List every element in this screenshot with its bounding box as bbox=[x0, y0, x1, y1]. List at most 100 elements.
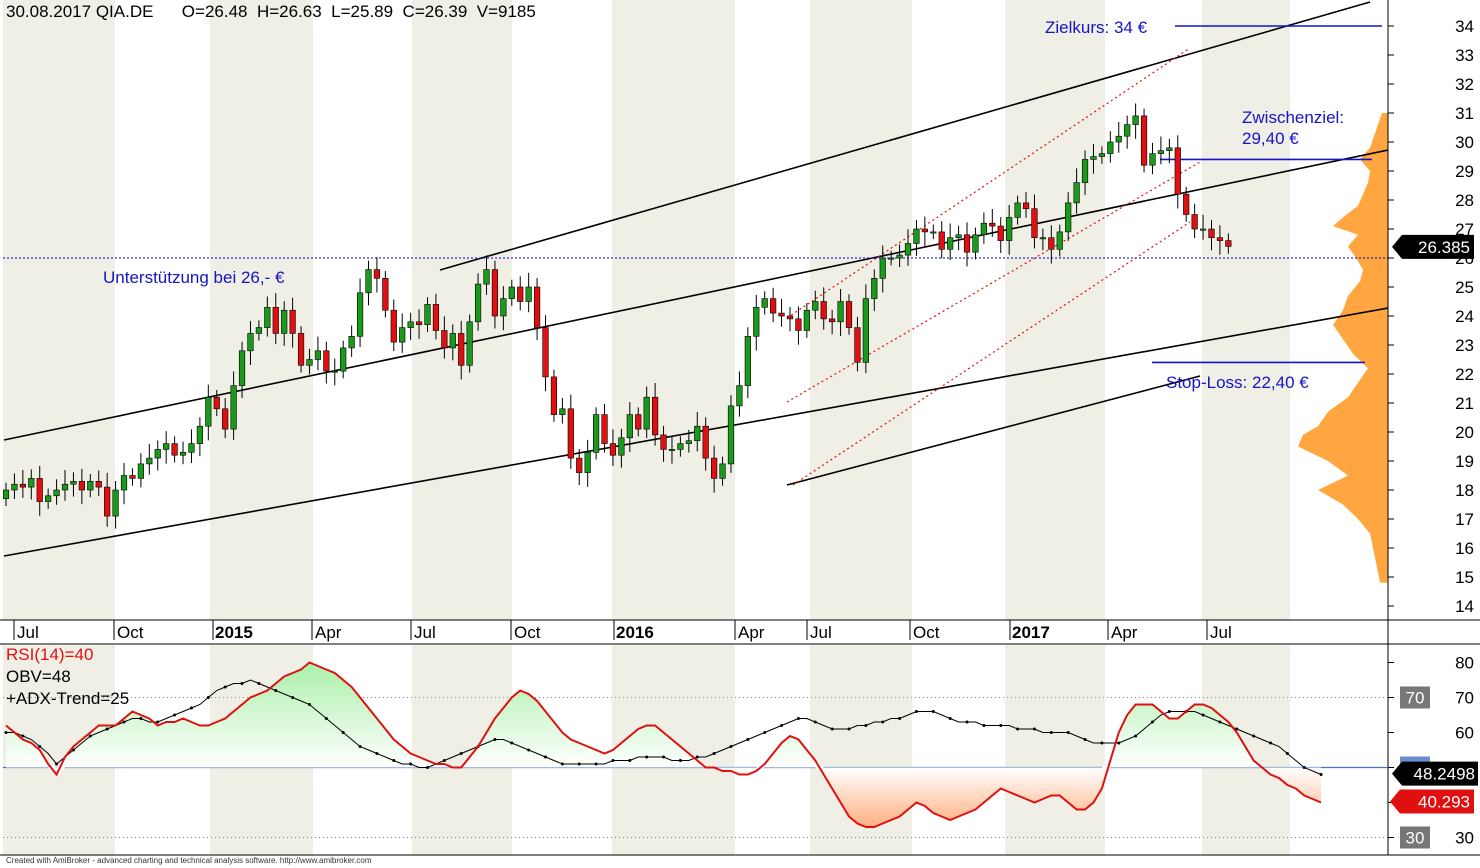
y-tick-label: 34 bbox=[1455, 17, 1474, 36]
ind-tick-label: 80 bbox=[1455, 654, 1474, 673]
candle-body bbox=[938, 231, 945, 250]
obv-point bbox=[156, 720, 160, 724]
candle-body bbox=[1199, 228, 1207, 231]
x-tick-label: 2016 bbox=[616, 623, 654, 642]
candle-body bbox=[247, 333, 254, 352]
candle-body bbox=[652, 396, 659, 436]
obv-point bbox=[1167, 710, 1171, 713]
obv-point bbox=[965, 720, 969, 724]
obv-point bbox=[240, 682, 244, 685]
obv-point bbox=[122, 720, 126, 724]
candle-body bbox=[702, 425, 709, 459]
x-tick-label: Apr bbox=[315, 623, 342, 642]
candle-body bbox=[736, 385, 743, 407]
y-tick-label: 17 bbox=[1455, 510, 1474, 529]
candle-body bbox=[963, 234, 971, 253]
obv-point bbox=[21, 734, 25, 738]
y-tick-label: 28 bbox=[1455, 191, 1474, 210]
obv-point bbox=[206, 696, 210, 699]
y-tick-label: 32 bbox=[1455, 75, 1474, 94]
candle-body bbox=[795, 318, 802, 331]
obv-point bbox=[426, 766, 429, 769]
obv-point bbox=[274, 689, 278, 692]
candle-body bbox=[770, 298, 777, 314]
y-tick-label: 24 bbox=[1455, 307, 1474, 326]
candle-body bbox=[95, 480, 102, 488]
candle-body bbox=[255, 327, 263, 334]
obv-point bbox=[881, 720, 885, 724]
candle-body bbox=[601, 414, 608, 444]
obv-point bbox=[1117, 741, 1121, 745]
obv-point bbox=[4, 731, 8, 734]
candle-body bbox=[179, 451, 187, 456]
obv-point bbox=[1302, 766, 1306, 769]
obv-point bbox=[55, 762, 59, 766]
x-tick-label: Jul bbox=[17, 623, 39, 642]
candle-body bbox=[424, 304, 431, 325]
price-header: 30.08.2017 QIA.DE O=26.48 H=26.63 L=25.8… bbox=[6, 2, 536, 22]
candle-body bbox=[78, 480, 85, 491]
candle-body bbox=[196, 425, 203, 444]
candle-body bbox=[129, 475, 136, 479]
obv-point bbox=[763, 731, 767, 734]
candle-body bbox=[137, 463, 144, 479]
candle-body bbox=[356, 292, 364, 337]
obv-point bbox=[189, 706, 193, 710]
candle-body bbox=[576, 457, 583, 473]
obv-point bbox=[1032, 727, 1036, 731]
candle-body bbox=[205, 396, 212, 427]
zwischenziel-label: Zwischenziel: bbox=[1242, 108, 1344, 127]
x-tick-label: Oct bbox=[514, 623, 541, 642]
header-close: C=26.39 bbox=[402, 2, 468, 21]
ind-tick-label: 30 bbox=[1455, 829, 1474, 848]
candle-body bbox=[533, 286, 541, 328]
header-high: H=26.63 bbox=[256, 2, 322, 21]
candle-body bbox=[871, 277, 878, 299]
candle-body bbox=[711, 457, 718, 479]
candle-body bbox=[238, 350, 246, 386]
obv-point bbox=[324, 717, 328, 720]
y-tick-label: 23 bbox=[1455, 336, 1474, 355]
candle-body bbox=[888, 257, 895, 260]
candle-body bbox=[1191, 214, 1198, 230]
candle-body bbox=[1140, 115, 1148, 166]
candle-body bbox=[508, 286, 515, 299]
obv-point bbox=[358, 745, 362, 748]
candle-body bbox=[896, 254, 903, 259]
x-tick-label: 2015 bbox=[215, 623, 253, 642]
zielkurs-label: Zielkurs: 34 € bbox=[1045, 18, 1148, 37]
candle-body bbox=[517, 286, 524, 302]
obv-point bbox=[510, 741, 514, 745]
obv-point bbox=[1134, 734, 1138, 738]
candle-body bbox=[609, 443, 617, 456]
obv-point bbox=[830, 727, 834, 731]
candle-body bbox=[1107, 141, 1114, 154]
candle-body bbox=[340, 347, 347, 372]
obv-point bbox=[796, 717, 800, 720]
candle-body bbox=[955, 234, 962, 239]
obv-point bbox=[1066, 731, 1070, 734]
x-tick-label: Apr bbox=[1111, 623, 1138, 642]
candle-body bbox=[11, 483, 18, 491]
x-tick-label: Jul bbox=[414, 623, 436, 642]
y-tick-label: 20 bbox=[1455, 423, 1474, 442]
candle-body bbox=[1157, 150, 1165, 154]
candle-body bbox=[163, 443, 170, 450]
candle-body bbox=[668, 449, 676, 451]
candle-body bbox=[365, 269, 372, 294]
y-tick-label: 22 bbox=[1455, 365, 1474, 384]
candle-body bbox=[845, 301, 853, 328]
header-date: 30.08.2017 bbox=[6, 2, 92, 21]
obv-point bbox=[493, 738, 497, 741]
level-70-tag: 70 bbox=[1406, 689, 1425, 708]
y-tick-label: 25 bbox=[1455, 278, 1474, 297]
candle-body bbox=[1098, 153, 1105, 157]
quarter-band bbox=[210, 0, 313, 620]
quarter-band bbox=[1005, 645, 1105, 855]
obv-point bbox=[409, 762, 413, 766]
candle-body bbox=[53, 489, 60, 497]
candle-body bbox=[744, 335, 751, 386]
header-low: L=25.89 bbox=[331, 2, 394, 21]
obv-point bbox=[1218, 720, 1222, 724]
obv-point bbox=[1049, 731, 1053, 734]
